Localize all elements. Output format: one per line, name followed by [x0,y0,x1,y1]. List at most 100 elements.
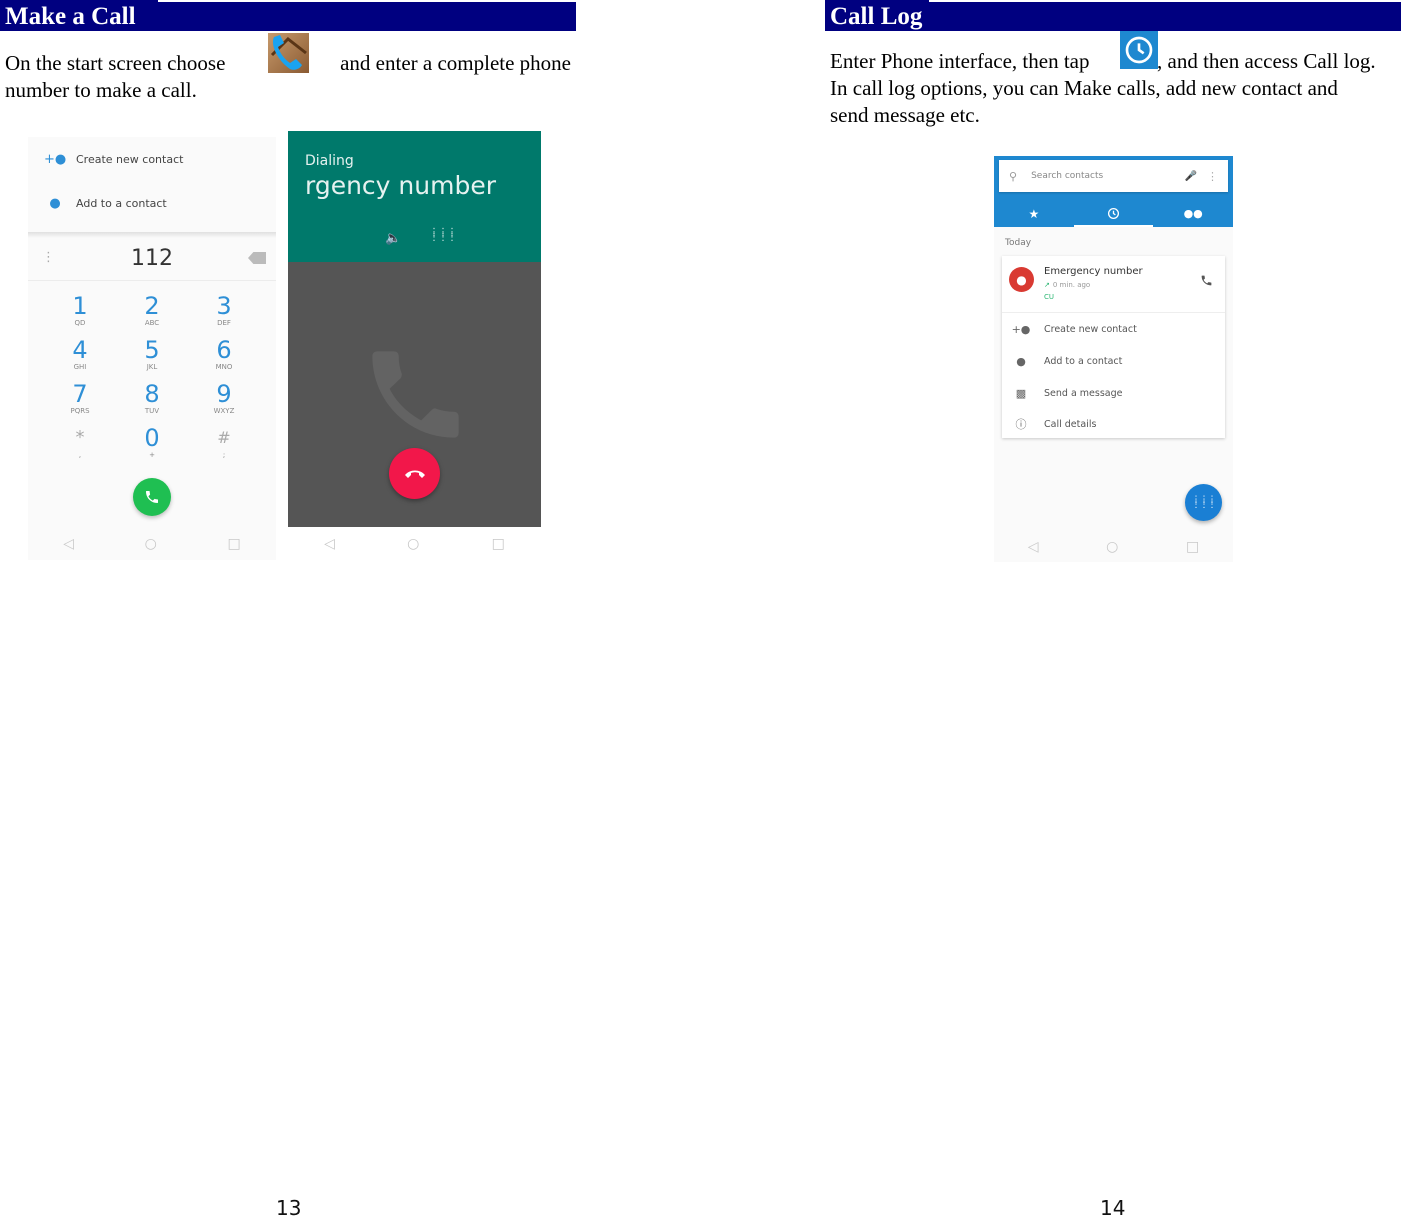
section-heading: Make a Call [5,3,136,30]
tab-call-log[interactable] [1073,200,1154,227]
end-call-button[interactable] [389,448,440,499]
recents-icon[interactable]: □ [227,536,240,552]
outgoing-call-icon: ↗ [1044,281,1050,289]
key-digit: 6 [216,336,232,364]
page-number: 14 [1100,1196,1126,1220]
microphone-icon[interactable]: 🎤 [1185,171,1197,182]
dialing-header: Dialing rgency number 🔈 ⋮⋮⋮ ⋮⋮⋮ [288,131,541,262]
back-icon[interactable]: ◁ [324,536,335,552]
paragraph-text: Enter Phone interface, then tap [830,49,1090,73]
key-digit: 8 [144,380,160,408]
section-heading-bar: Call Log [825,2,1401,31]
intro-line2: In call log options, you can Make calls,… [830,76,1338,100]
phone-icon [146,491,158,503]
key-8[interactable]: 8 TUV [116,381,188,416]
key-digit: 1 [72,292,88,320]
section-heading: Call Log [830,3,923,30]
key-7[interactable]: 7 PQRS [44,381,116,416]
key-letters: DEF [217,319,231,327]
person-icon: ● [1016,354,1026,368]
entry-name: Emergency number [1044,266,1143,277]
action-label: Call details [1044,418,1097,430]
key-hash[interactable]: #; [188,425,260,460]
call-log-entry-card: ● Emergency number ↗ 0 min. ago CU +● Cre… [1002,256,1225,438]
people-icon: ●● [1183,207,1203,220]
star-icon: ★ [1028,206,1040,221]
back-icon[interactable]: ◁ [63,536,74,552]
key-digit: 3 [216,292,232,320]
paragraph-text: On the start screen choose [5,51,226,75]
back-icon[interactable]: ◁ [1028,539,1039,555]
call-button[interactable] [133,478,171,516]
intro-paragraph-line2: number to make a call. [5,78,197,102]
info-icon: ⓘ [1015,418,1027,431]
call-log-entry[interactable]: ● Emergency number ↗ 0 min. ago CU [1002,256,1225,313]
key-letters: GHI [73,363,87,371]
clock-icon [1120,31,1158,69]
android-nav-bar: ◁ ○ □ [28,529,276,559]
page-number: 13 [276,1196,302,1220]
home-icon[interactable]: ○ [1106,539,1118,555]
recents-icon[interactable]: □ [492,536,505,552]
entry-carrier: CU [1044,293,1055,301]
intro-line1-cont: , and then access Call log. [1157,49,1376,73]
action-label: Add to a contact [1044,355,1123,367]
key-digit: 5 [144,336,160,364]
avatar: ● [1009,267,1034,292]
key-0[interactable]: 0 + [116,425,188,460]
key-digit: 4 [72,336,88,364]
phone-icon [1201,275,1212,286]
entry-time-text: 0 min. ago [1052,281,1091,289]
call-status: Dialing [305,153,354,169]
person-icon: ● [49,195,61,211]
dialing-screenshot: Dialing rgency number 🔈 ⋮⋮⋮ ⋮⋮⋮ ◁ ○ □ [288,131,541,561]
create-new-contact-action[interactable]: +● Create new contact [1002,313,1225,345]
key-digit: 7 [72,380,88,408]
key-5[interactable]: 5 JKL [116,337,188,372]
key-2[interactable]: 2 ABC [116,293,188,328]
key-6[interactable]: 6 MNO [188,337,260,372]
key-digit: * [75,427,85,448]
dialpad-icon: ⋮⋮⋮ ⋮⋮⋮ [1191,494,1217,510]
key-digit: 9 [216,380,232,408]
dialer-screenshot: +● Create new contact ● Add to a contact… [28,137,276,560]
tab-favorites[interactable]: ★ [994,200,1074,227]
entry-time: ↗ 0 min. ago [1044,281,1090,289]
recents-icon[interactable]: □ [1186,539,1199,555]
call-log-screenshot: ⚲ Search contacts 🎤 ⋮ ★ ●● Today ● Emerg… [994,156,1233,562]
divider [28,232,276,238]
key-digit: 0 [144,424,160,452]
android-nav-bar: ◁ ○ □ [288,529,541,559]
dialpad-fab-button[interactable]: ⋮⋮⋮ ⋮⋮⋮ [1185,484,1222,521]
key-letters: ABC [144,319,160,327]
call-back-button[interactable] [1200,274,1213,290]
create-new-contact-option[interactable]: +● Create new contact [28,139,276,179]
action-label: Send a message [1044,387,1123,399]
overflow-menu-icon[interactable]: ⋮ [1207,170,1218,183]
key-3[interactable]: 3 DEF [188,293,260,328]
hang-up-icon [404,470,425,478]
dialpad-icon[interactable]: ⋮⋮⋮ ⋮⋮⋮ [429,228,457,243]
section-heading-bar: Make a Call [0,2,576,31]
search-contacts-input[interactable]: ⚲ Search contacts 🎤 ⋮ [999,160,1228,192]
number-display[interactable]: ⋮ 112 [28,240,276,281]
key-1[interactable]: 1 QD [44,293,116,328]
key-letters: , [78,451,82,459]
tab-contacts[interactable]: ●● [1153,200,1233,227]
add-to-contact-action[interactable]: ● Add to a contact [1002,345,1225,377]
send-message-action[interactable]: ▩ Send a message [1002,377,1225,409]
home-icon[interactable]: ○ [145,536,157,552]
section-label: Today [1005,238,1032,248]
phone-app-icon [268,33,309,73]
key-digit: 2 [144,292,160,320]
call-details-action[interactable]: ⓘ Call details [1002,408,1225,440]
key-9[interactable]: 9 WXYZ [188,381,260,416]
search-placeholder: Search contacts [1031,171,1104,181]
android-nav-bar: ◁ ○ □ [994,532,1233,562]
key-star[interactable]: *, [44,425,116,460]
speaker-icon[interactable]: 🔈 [385,231,401,246]
home-icon[interactable]: ○ [407,536,419,552]
add-to-contact-option[interactable]: ● Add to a contact [28,183,276,223]
search-icon: ⚲ [1009,169,1018,183]
key-4[interactable]: 4 GHI [44,337,116,372]
